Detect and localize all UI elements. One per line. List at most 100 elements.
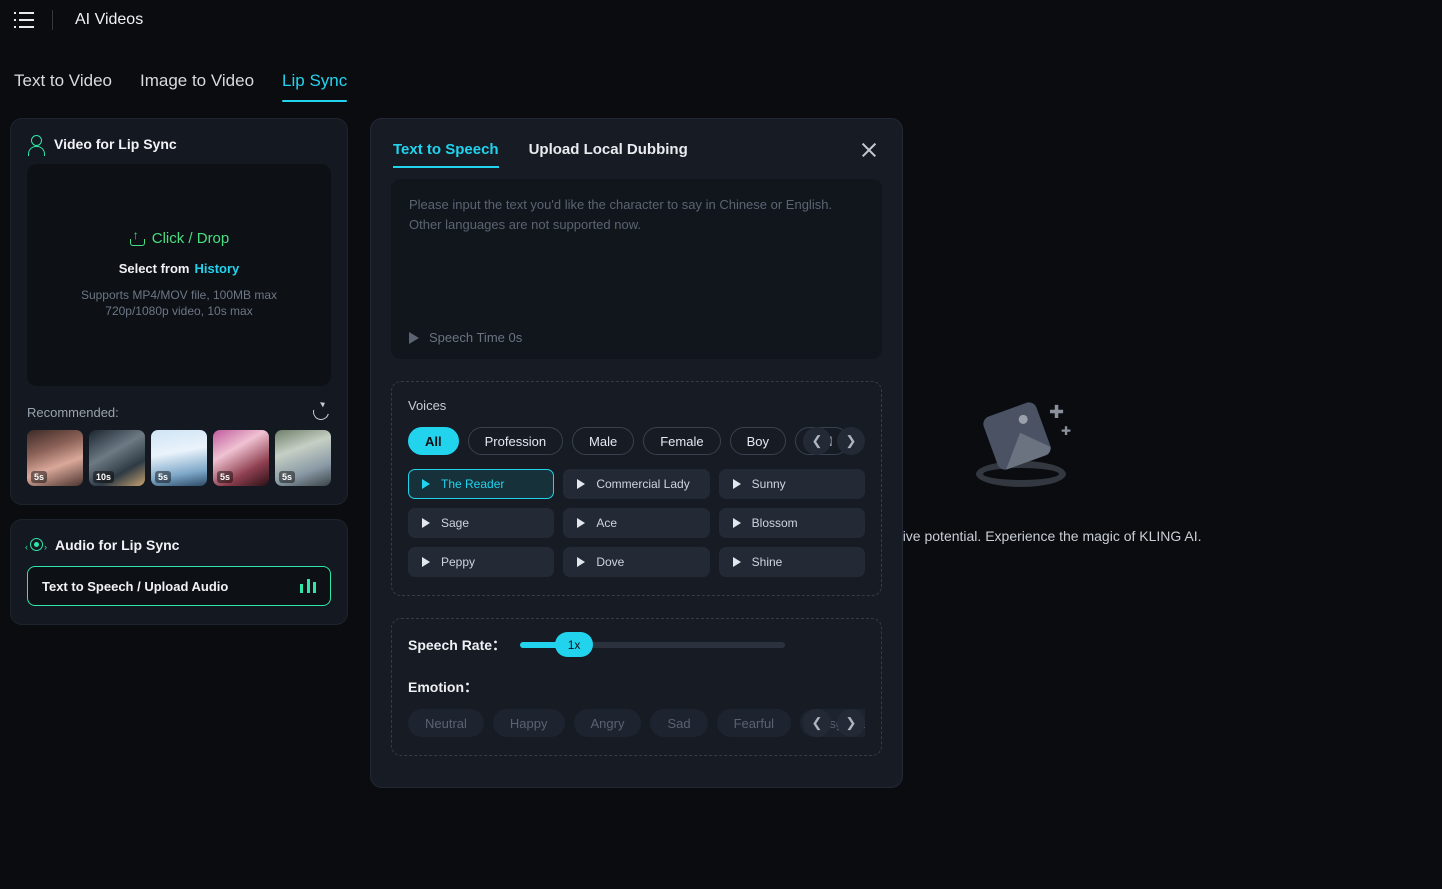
header-divider <box>52 10 53 30</box>
speech-rate-slider[interactable]: 1x <box>520 632 786 657</box>
voices-title: Voices <box>408 398 447 413</box>
main-tabs: Text to Video Image to Video Lip Sync <box>0 40 1442 102</box>
voice-filter-chips: All Profession Male Female Boy Girl ❮ ❯ <box>408 427 865 455</box>
voices-section: Voices All Profession Male Female Boy Gi… <box>391 381 882 596</box>
speech-text-placeholder: Please input the text you'd like the cha… <box>409 197 833 233</box>
speech-rate-label: Speech Rate： <box>408 637 507 653</box>
audio-card-title: Audio for Lip Sync <box>55 537 180 553</box>
voice-item-sunny[interactable]: Sunny <box>718 469 865 499</box>
voice-filter-profession[interactable]: Profession <box>467 427 564 455</box>
thumbnail-item[interactable]: 5s <box>275 430 331 486</box>
thumbnail-item[interactable]: 5s <box>213 430 269 486</box>
play-icon[interactable] <box>577 479 586 489</box>
refresh-icon[interactable] <box>310 401 332 423</box>
play-icon[interactable] <box>577 557 586 567</box>
app-root: AI Videos Text to Video Image to Video L… <box>0 0 1442 889</box>
voice-item-the-reader[interactable]: The Reader <box>408 469 555 499</box>
voice-filter-female[interactable]: Female <box>643 427 721 455</box>
sparkle-icon: ✚ <box>1061 424 1072 438</box>
tab-lip-sync[interactable]: Lip Sync <box>282 71 348 102</box>
empty-state-illustration: ✚ ✚ <box>961 400 1081 490</box>
close-icon[interactable] <box>858 139 880 161</box>
video-card-header: Video for Lip Sync <box>11 119 347 164</box>
upload-icon <box>129 228 145 247</box>
voice-name: Sage <box>441 516 470 530</box>
tab-text-to-video[interactable]: Text to Video <box>14 71 112 102</box>
emotion-angry[interactable]: Angry <box>573 709 642 737</box>
voice-item-ace[interactable]: Ace <box>563 508 710 538</box>
tab-text-to-speech[interactable]: Text to Speech <box>393 141 499 168</box>
thumbnail-duration: 5s <box>31 471 48 483</box>
play-icon[interactable] <box>577 518 586 528</box>
play-icon[interactable] <box>732 479 741 489</box>
voice-filter-boy[interactable]: Boy <box>729 427 786 455</box>
audio-card-header: ‹ › Audio for Lip Sync <box>11 520 347 566</box>
play-icon[interactable] <box>732 518 741 528</box>
speech-time-row: Speech Time 0s <box>409 330 522 345</box>
emotion-chips: Neutral Happy Angry Sad Fearful Disguste… <box>408 709 865 737</box>
play-icon[interactable] <box>409 331 419 344</box>
speech-text-input[interactable]: Please input the text you'd like the cha… <box>391 179 882 359</box>
video-for-lip-sync-card: Video for Lip Sync Click / Drop Select f… <box>10 118 348 505</box>
voice-item-blossom[interactable]: Blossom <box>718 508 865 538</box>
voice-item-commercial-lady[interactable]: Commercial Lady <box>563 469 710 499</box>
play-icon[interactable] <box>422 557 430 567</box>
top-bar: AI Videos <box>0 0 1442 40</box>
tab-upload-local-dubbing[interactable]: Upload Local Dubbing <box>529 141 688 168</box>
tab-image-to-video[interactable]: Image to Video <box>140 71 254 102</box>
person-icon <box>27 135 45 156</box>
chevron-left-icon[interactable]: ❮ <box>803 709 831 737</box>
thumbnail-duration: 5s <box>217 471 234 483</box>
thumbnail-item[interactable]: 10s <box>89 430 145 486</box>
voice-filter-male[interactable]: Male <box>572 427 635 455</box>
audio-source-input[interactable]: Text to Speech / Upload Audio <box>27 566 331 606</box>
emotion-nav: ❮ ❯ <box>803 709 865 737</box>
chevron-left-icon[interactable]: ❮ <box>803 427 831 455</box>
voice-name: The Reader <box>441 477 505 491</box>
recommended-label: Recommended: <box>27 404 119 420</box>
voice-name: Dove <box>596 555 625 569</box>
speech-rate-row: Speech Rate： 1x <box>408 632 865 657</box>
emotion-happy[interactable]: Happy <box>492 709 565 737</box>
emotion-fearful[interactable]: Fearful <box>716 709 792 737</box>
voice-name: Commercial Lady <box>596 477 690 491</box>
voice-name: Sunny <box>751 477 786 491</box>
emotion-sad[interactable]: Sad <box>650 709 708 737</box>
history-link[interactable]: History <box>195 261 240 276</box>
chevron-right-icon[interactable]: ❯ <box>837 709 865 737</box>
thumbnail-duration: 5s <box>279 471 296 483</box>
speech-settings-section: Speech Rate： 1x Emotion： Neutral Happy A… <box>391 618 882 756</box>
thumbnail-item[interactable]: 5s <box>151 430 207 486</box>
video-dropzone[interactable]: Click / Drop Select from History Supports… <box>27 164 331 386</box>
select-from-row: Select from History <box>119 261 240 276</box>
voice-item-peppy[interactable]: Peppy <box>408 547 555 577</box>
audio-wave-icon: ‹ › <box>25 536 47 554</box>
emotion-neutral[interactable]: Neutral <box>408 709 484 737</box>
thumbnail-item[interactable]: 5s <box>27 430 83 486</box>
left-panel: Video for Lip Sync Click / Drop Select f… <box>10 118 348 625</box>
voice-name: Shine <box>751 555 783 569</box>
chevron-right-icon[interactable]: ❯ <box>837 427 865 455</box>
thumbnail-duration: 10s <box>93 471 115 483</box>
dropzone-click-drop-label: Click / Drop <box>151 230 230 248</box>
play-icon[interactable] <box>422 518 430 528</box>
voice-name: Ace <box>596 516 618 530</box>
play-icon[interactable] <box>732 557 741 567</box>
equalizer-icon[interactable] <box>300 579 316 593</box>
select-from-label: Select from <box>118 261 190 277</box>
list-menu-icon[interactable] <box>14 12 34 28</box>
text-to-speech-modal: Text to Speech Upload Local Dubbing Plea… <box>370 118 903 788</box>
audio-source-value: Text to Speech / Upload Audio <box>42 578 229 594</box>
voice-item-sage[interactable]: Sage <box>408 508 555 538</box>
speech-rate-knob[interactable]: 1x <box>555 632 594 657</box>
voice-item-shine[interactable]: Shine <box>718 547 865 577</box>
page-title: AI Videos <box>75 11 144 28</box>
play-icon[interactable] <box>422 479 430 489</box>
modal-tabs: Text to Speech Upload Local Dubbing <box>371 119 902 169</box>
voice-filter-nav: ❮ ❯ <box>803 427 865 455</box>
voice-filter-all[interactable]: All <box>408 427 459 455</box>
sparkle-icon: ✚ <box>1049 402 1065 422</box>
audio-for-lip-sync-card: ‹ › Audio for Lip Sync Text to Speech / U… <box>10 519 348 625</box>
thumbnail-duration: 5s <box>155 471 172 483</box>
voice-item-dove[interactable]: Dove <box>563 547 710 577</box>
